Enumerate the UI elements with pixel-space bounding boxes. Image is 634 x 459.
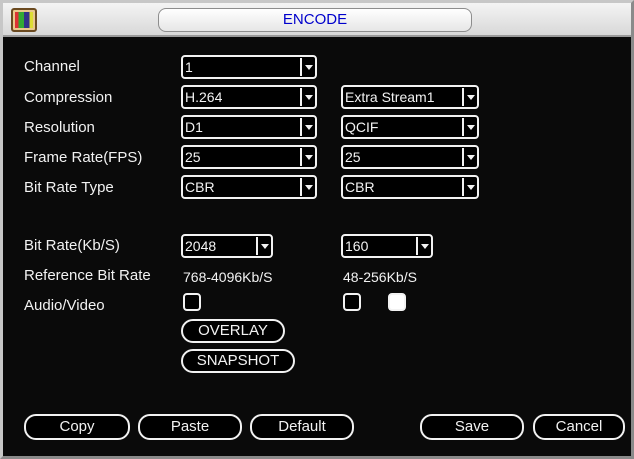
overlay-button-label: OVERLAY bbox=[198, 322, 268, 339]
main-frame-rate-value: 25 bbox=[185, 149, 201, 165]
extra-audio-video-checkbox[interactable] bbox=[343, 293, 361, 311]
stream-select[interactable]: Extra Stream1 bbox=[341, 85, 479, 109]
chevron-down-icon bbox=[300, 148, 314, 166]
chevron-down-icon bbox=[462, 178, 476, 196]
extra-resolution-select[interactable]: QCIF bbox=[341, 115, 479, 139]
audio-video-label: Audio/Video bbox=[24, 297, 105, 314]
save-button[interactable]: Save bbox=[420, 414, 524, 440]
channel-value: 1 bbox=[185, 59, 193, 75]
main-bit-rate-type-value: CBR bbox=[185, 179, 215, 195]
snapshot-button[interactable]: SNAPSHOT bbox=[181, 349, 295, 373]
extra-reference-bit-rate: 48-256Kb/S bbox=[343, 269, 417, 285]
app-icon bbox=[11, 8, 37, 32]
extra-bit-rate-value: 160 bbox=[345, 238, 369, 254]
main-reference-bit-rate: 768-4096Kb/S bbox=[183, 269, 273, 285]
compression-value: H.264 bbox=[185, 89, 223, 105]
extra-frame-rate-value: 25 bbox=[345, 149, 361, 165]
extra-resolution-value: QCIF bbox=[345, 119, 379, 135]
compression-label: Compression bbox=[24, 89, 113, 106]
chevron-down-icon bbox=[300, 88, 314, 106]
main-bit-rate-type-select[interactable]: CBR bbox=[181, 175, 317, 199]
resolution-label: Resolution bbox=[24, 119, 95, 136]
chevron-down-icon bbox=[300, 118, 314, 136]
extra-bit-rate-select[interactable]: 160 bbox=[341, 234, 433, 258]
chevron-down-icon bbox=[300, 58, 314, 76]
paste-button[interactable]: Paste bbox=[138, 414, 242, 440]
main-audio-video-checkbox[interactable] bbox=[183, 293, 201, 311]
chevron-down-icon bbox=[416, 237, 430, 255]
extra-bit-rate-type-value: CBR bbox=[345, 179, 375, 195]
save-button-label: Save bbox=[454, 418, 490, 435]
main-resolution-value: D1 bbox=[185, 119, 203, 135]
chevron-down-icon bbox=[462, 118, 476, 136]
compression-select[interactable]: H.264 bbox=[181, 85, 317, 109]
bit-rate-type-label: Bit Rate Type bbox=[24, 179, 114, 196]
main-frame-rate-select[interactable]: 25 bbox=[181, 145, 317, 169]
chevron-down-icon bbox=[300, 178, 314, 196]
main-resolution-select[interactable]: D1 bbox=[181, 115, 317, 139]
bit-rate-label: Bit Rate(Kb/S) bbox=[24, 237, 120, 254]
chevron-down-icon bbox=[462, 88, 476, 106]
extra-bit-rate-type-select[interactable]: CBR bbox=[341, 175, 479, 199]
cancel-button-label: Cancel bbox=[555, 418, 603, 435]
snapshot-button-label: SNAPSHOT bbox=[196, 352, 280, 369]
copy-button[interactable]: Copy bbox=[24, 414, 130, 440]
stream-value: Extra Stream1 bbox=[345, 89, 435, 105]
chevron-down-icon bbox=[462, 148, 476, 166]
frame-rate-label: Frame Rate(FPS) bbox=[24, 149, 143, 166]
reference-bit-rate-label: Reference Bit Rate bbox=[24, 267, 151, 284]
default-button[interactable]: Default bbox=[250, 414, 354, 440]
paste-button-label: Paste bbox=[170, 418, 210, 435]
channel-select[interactable]: 1 bbox=[181, 55, 317, 79]
overlay-button[interactable]: OVERLAY bbox=[181, 319, 285, 343]
dialog-title: ENCODE bbox=[158, 8, 472, 32]
cancel-button[interactable]: Cancel bbox=[533, 414, 625, 440]
main-bit-rate-select[interactable]: 2048 bbox=[181, 234, 273, 258]
main-bit-rate-value: 2048 bbox=[185, 238, 217, 254]
default-button-label: Default bbox=[278, 418, 326, 435]
encode-dialog: ENCODE Channel Compression Resolution Fr… bbox=[0, 0, 634, 459]
extra-frame-rate-select[interactable]: 25 bbox=[341, 145, 479, 169]
extra-stream-enable-checkbox[interactable] bbox=[388, 293, 406, 311]
chevron-down-icon bbox=[256, 237, 270, 255]
channel-label: Channel bbox=[24, 58, 80, 75]
title-bar: ENCODE bbox=[3, 3, 631, 37]
copy-button-label: Copy bbox=[59, 418, 95, 435]
